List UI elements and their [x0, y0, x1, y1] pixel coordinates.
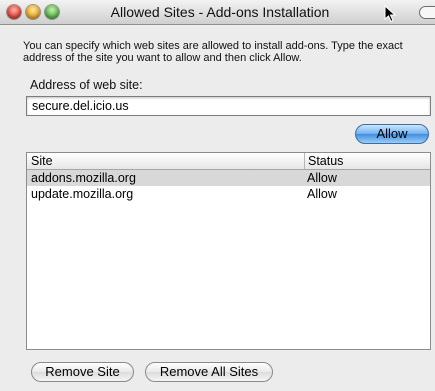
address-label: Address of web site: [30, 78, 143, 92]
row-site: update.mozilla.org [31, 187, 134, 201]
list-header: Site Status [27, 153, 430, 170]
mouse-pointer-icon [384, 5, 397, 23]
toolbar-toggle-button[interactable] [419, 6, 435, 19]
title-bar[interactable]: Allowed Sites - Add-ons Installation [0, 0, 435, 25]
window-title: Allowed Sites - Add-ons Installation [110, 4, 330, 20]
minimize-window-button[interactable] [26, 5, 40, 19]
row-status: Allow [307, 187, 337, 201]
remove-all-sites-button[interactable]: Remove All Sites [145, 362, 273, 382]
table-row[interactable]: update.mozilla.org Allow [27, 186, 430, 202]
table-row[interactable]: addons.mozilla.org Allow [27, 170, 430, 186]
remove-site-button[interactable]: Remove Site [31, 362, 134, 382]
allow-button[interactable]: Allow [355, 124, 429, 144]
column-header-status[interactable]: Status [304, 153, 430, 169]
column-header-site[interactable]: Site [31, 154, 53, 168]
address-input[interactable] [26, 96, 431, 116]
zoom-window-button[interactable] [45, 5, 59, 19]
row-status: Allow [307, 171, 337, 185]
close-window-button[interactable] [7, 5, 21, 19]
instructions-text: You can specify which web sites are allo… [23, 40, 403, 64]
dialog-window: Allowed Sites - Add-ons Installation You… [0, 0, 435, 391]
row-site: addons.mozilla.org [31, 171, 136, 185]
sites-list[interactable]: Site Status addons.mozilla.org Allow upd… [26, 152, 431, 350]
